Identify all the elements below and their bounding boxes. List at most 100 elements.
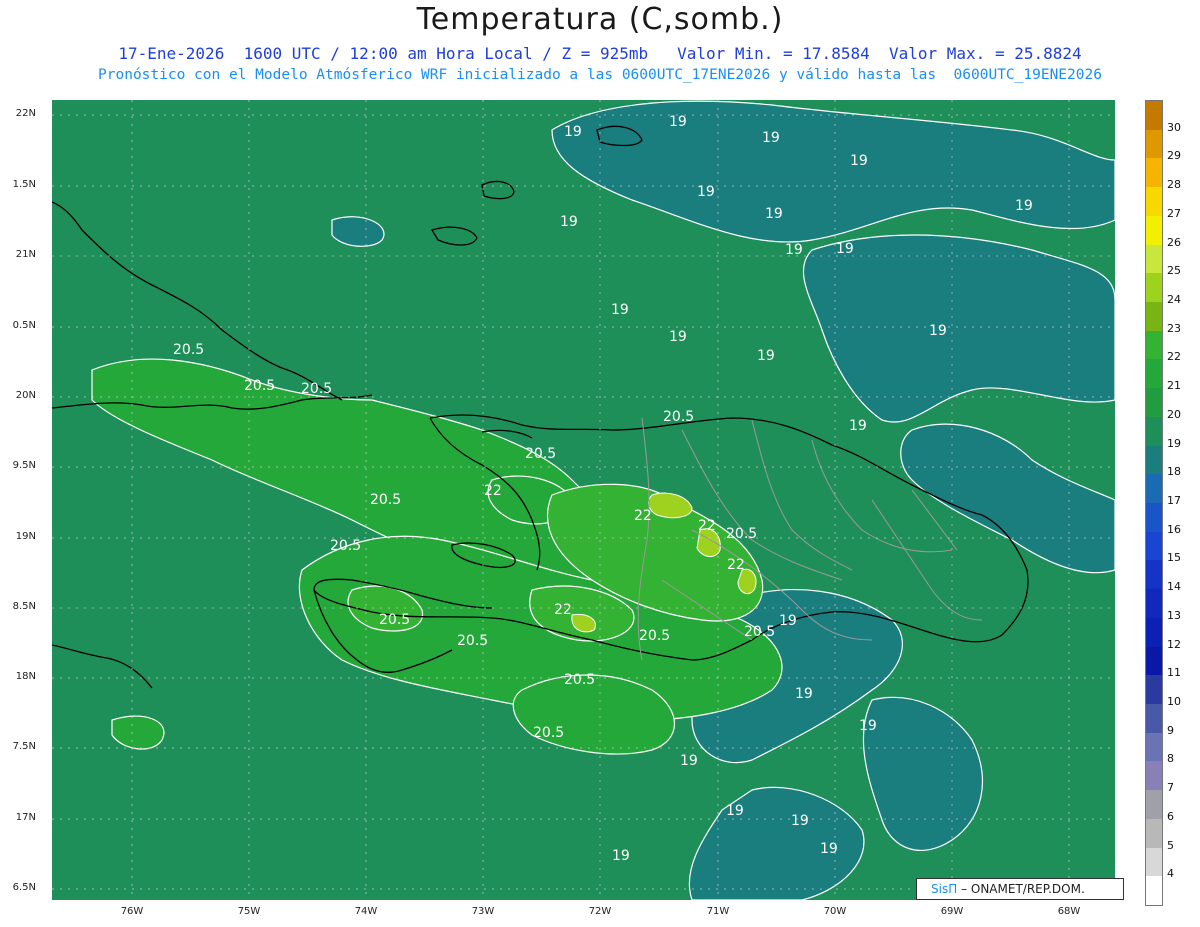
- colorbar-label: 14: [1167, 580, 1181, 594]
- contour-label: 22: [554, 602, 572, 618]
- colorbar-label: 9: [1167, 723, 1174, 737]
- contour-label: 20.5: [525, 446, 556, 462]
- temperature-colorbar: [1145, 100, 1163, 906]
- contour-label: 19: [795, 686, 813, 702]
- colorbar-label: 20: [1167, 407, 1181, 421]
- contour-label: 19: [820, 841, 838, 857]
- lat-label: 6.5N: [12, 882, 36, 893]
- colorbar-cell: [1146, 244, 1162, 274]
- contour-label: 20.5: [370, 492, 401, 508]
- contour-label: 19: [1015, 198, 1033, 214]
- colorbar-label: 12: [1167, 637, 1181, 651]
- colorbar-cell: [1146, 445, 1162, 475]
- subtitle-model-info: Pronóstico con el Modelo Atmósferico WRF…: [98, 67, 1102, 83]
- contour-label: 20.5: [244, 378, 275, 394]
- colorbar-cell: [1146, 273, 1162, 303]
- contour-label: 19: [836, 241, 854, 257]
- colorbar-label: 6: [1167, 809, 1174, 823]
- contour-label: 19: [697, 184, 715, 200]
- colorbar-cell: [1146, 761, 1162, 791]
- contour-label: 22: [634, 508, 652, 524]
- contour-label: 22: [727, 557, 745, 573]
- colorbar-cell: [1146, 847, 1162, 877]
- colorbar-label: 10: [1167, 695, 1181, 708]
- colorbar-cell: [1146, 876, 1162, 906]
- colorbar-cell: [1146, 187, 1162, 217]
- contour-label: 22: [698, 518, 716, 534]
- colorbar-label: 28: [1167, 178, 1181, 192]
- colorbar-cell: [1146, 215, 1162, 246]
- lat-label: 21N: [15, 249, 36, 260]
- colorbar-cell: [1146, 732, 1162, 762]
- colorbar-label: 25: [1167, 264, 1181, 278]
- colorbar-cell: [1146, 129, 1162, 159]
- contour-label: 20.5: [744, 624, 775, 640]
- lon-label: 69W: [940, 906, 964, 917]
- contour-label: 20.5: [726, 526, 757, 542]
- temperature-map: 19 19 19 19 19 19 19 19 19 19 19 19 19 1…: [52, 100, 1115, 900]
- lat-label: 18N: [15, 671, 36, 682]
- contour-label: 19: [859, 718, 877, 734]
- contour-label: 19: [762, 130, 780, 146]
- contour-label: 19: [785, 242, 803, 258]
- contour-label: 19: [791, 813, 809, 829]
- contour-label: 19: [560, 214, 578, 230]
- colorbar-cell: [1146, 503, 1162, 533]
- colorbar-cell: [1146, 790, 1162, 820]
- lon-label: 72W: [588, 906, 612, 917]
- lon-label: 74W: [354, 906, 378, 917]
- contour-label: 19: [850, 153, 868, 169]
- credit-box: SisΠ – ONAMET/REP.DOM.: [916, 878, 1124, 900]
- contour-label: 19: [849, 418, 867, 434]
- colorbar-label: 23: [1167, 321, 1181, 335]
- colorbar-cell: [1146, 646, 1162, 676]
- contour-label: 20.5: [301, 381, 332, 397]
- contour-label: 20.5: [379, 612, 410, 628]
- colorbar-label: 30: [1167, 120, 1181, 134]
- contour-label: 20.5: [173, 342, 204, 358]
- lat-label: 0.5N: [12, 320, 36, 331]
- lat-label: 8.5N: [12, 601, 36, 612]
- contour-label: 19: [757, 348, 775, 364]
- lon-label: 71W: [706, 906, 730, 917]
- lat-label: 7.5N: [12, 741, 36, 752]
- colorbar-label: 13: [1167, 608, 1181, 622]
- lat-label: 9.5N: [12, 460, 36, 471]
- contour-label: 19: [765, 206, 783, 222]
- lat-label: 17N: [15, 812, 36, 823]
- colorbar-cell: [1146, 617, 1162, 648]
- contour-label: 20.5: [533, 725, 564, 741]
- colorbar-cell: [1146, 416, 1162, 447]
- colorbar-label: 7: [1167, 781, 1174, 795]
- colorbar-label: 26: [1167, 235, 1181, 249]
- contour-label: 19: [669, 114, 687, 130]
- lat-label: 20N: [15, 390, 36, 401]
- lon-label: 76W: [120, 906, 144, 917]
- colorbar-cell: [1146, 101, 1162, 131]
- credit-text: – ONAMET/REP.DOM.: [961, 882, 1085, 896]
- colorbar-cell: [1146, 474, 1162, 504]
- contour-label: 20.5: [639, 628, 670, 644]
- subtitle-valid-time: 17-Ene-2026 1600 UTC / 12:00 am Hora Loc…: [118, 44, 1082, 63]
- lon-label: 75W: [237, 906, 261, 917]
- colorbar-label: 24: [1167, 293, 1181, 306]
- contour-label: 19: [726, 803, 744, 819]
- contour-label: 19: [680, 753, 698, 769]
- contour-label: 19: [929, 323, 947, 339]
- colorbar-cell: [1146, 388, 1162, 418]
- colorbar-label: 15: [1167, 551, 1181, 565]
- contour-label: 19: [612, 848, 630, 864]
- lon-label: 70W: [823, 906, 847, 917]
- colorbar-cell: [1146, 531, 1162, 561]
- colorbar-label: 17: [1167, 494, 1181, 507]
- contour-label: 20.5: [564, 672, 595, 688]
- colorbar-cell: [1146, 158, 1162, 188]
- colorbar-cell: [1146, 359, 1162, 389]
- contour-label: 19: [669, 329, 687, 345]
- colorbar-cell: [1146, 675, 1162, 705]
- contour-label: 19: [611, 302, 629, 318]
- colorbar-label: 21: [1167, 379, 1181, 393]
- contour-label: 20.5: [457, 633, 488, 649]
- sispi-logo: SisΠ: [931, 882, 958, 896]
- colorbar-cell: [1146, 589, 1162, 619]
